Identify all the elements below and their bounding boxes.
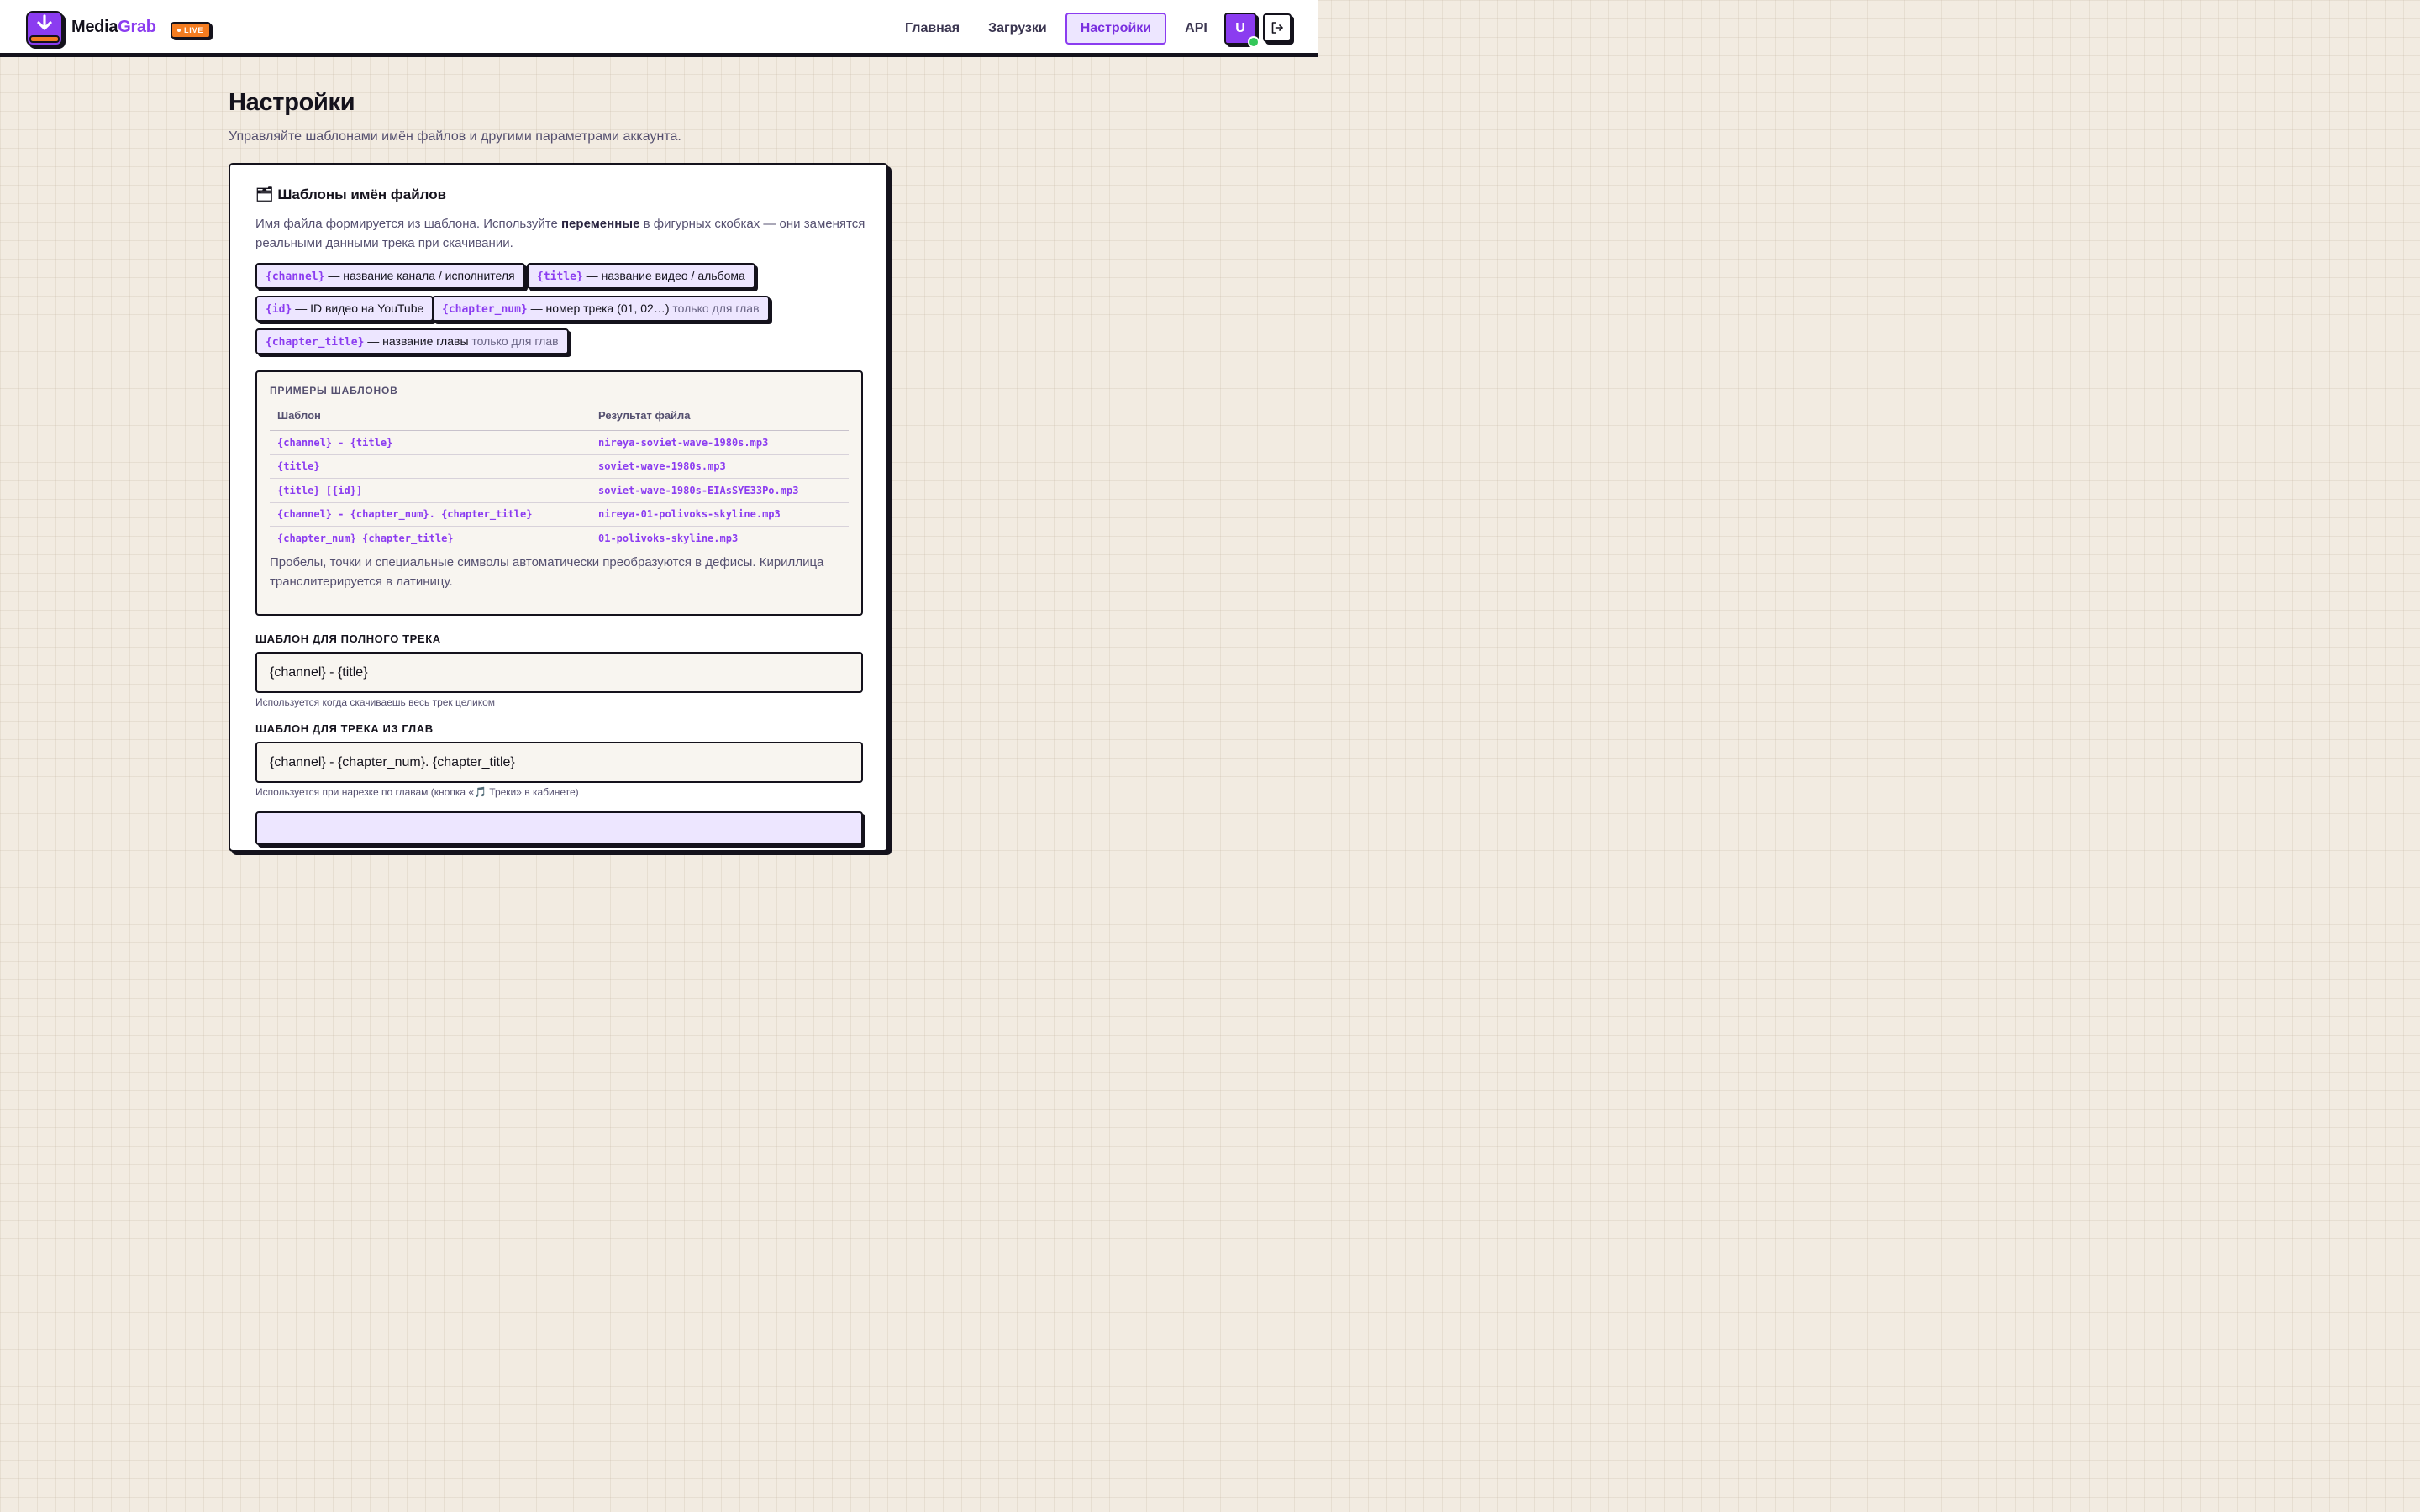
chip-note: только для глав (669, 302, 760, 315)
download-arrow-icon (37, 14, 52, 30)
chip-var: {channel} (266, 270, 325, 283)
chapter-track-template-label: ШАБЛОН ДЛЯ ТРЕКА ИЗ ГЛАВ (255, 722, 434, 735)
example-template: {channel} - {title} (270, 430, 591, 455)
full-track-template-input[interactable] (255, 652, 863, 693)
examples-note: Пробелы, точки и специальные символы авт… (270, 555, 824, 589)
full-track-template-hint: Используется когда скачиваешь весь трек … (255, 696, 496, 708)
desc-bold: переменные (561, 217, 640, 231)
folder-icon: 🗂 (255, 186, 274, 202)
table-row: {title} soviet-wave-1980s.mp3 (270, 454, 849, 479)
example-template: {title} (270, 454, 591, 479)
logout-icon (1271, 22, 1283, 34)
template-examples-panel: ПРИМЕРЫ ШАБЛОНОВ Шаблон Результат файла … (255, 370, 863, 616)
filename-templates-card: 🗂 Шаблоны имён файлов Имя файла формируе… (229, 163, 888, 852)
example-template: {chapter_num} {chapter_title} (277, 532, 454, 544)
chip-desc: — название главы (364, 334, 469, 348)
live-badge-label: LIVE (184, 26, 204, 34)
online-status-icon (1248, 36, 1260, 48)
brand-part-media: Media (71, 18, 118, 36)
app-logo[interactable] (26, 11, 63, 46)
table-row: {channel} - {chapter_num}. {chapter_titl… (270, 502, 849, 527)
card-title-label: Шаблоны имён файлов (277, 186, 447, 202)
logout-button[interactable] (1263, 13, 1292, 42)
live-dot-icon (177, 29, 181, 32)
variable-chip-chapter-title[interactable]: {chapter_title} — название главы только … (255, 328, 569, 354)
chip-var: {chapter_num} (442, 303, 528, 316)
chip-desc: — название видео / альбома (582, 269, 745, 282)
chapter-track-template-input[interactable] (255, 742, 863, 783)
card-description: Имя файла формируется из шаблона. Исполь… (255, 214, 869, 253)
chip-var: {chapter_title} (266, 336, 365, 349)
main-nav: Главная Загрузки Настройки API (891, 13, 1222, 45)
logo-tray (29, 35, 60, 43)
avatar-letter: U (1235, 21, 1245, 35)
nav-downloads[interactable]: Загрузки (974, 13, 1061, 45)
examples-table: Шаблон Результат файла {channel} - {titl… (270, 404, 849, 550)
example-result: 01-polivoks-skyline.mp3 (598, 532, 739, 544)
table-header-row: Шаблон Результат файла (270, 404, 849, 431)
card-title: 🗂 Шаблоны имён файлов (255, 186, 446, 203)
table-row: {chapter_num} {chapter_title} 01-polivok… (270, 527, 849, 550)
column-header-result: Результат файла (591, 404, 849, 431)
example-template: {channel} - {chapter_num}. {chapter_titl… (270, 502, 591, 527)
table-row: {title} [{id}] soviet-wave-1980s-EIAsSYE… (270, 478, 849, 503)
variable-chip-chapter-num[interactable]: {chapter_num} — номер трека (01, 02…) то… (432, 296, 770, 322)
full-track-template-label: ШАБЛОН ДЛЯ ПОЛНОГО ТРЕКА (255, 633, 441, 645)
chip-desc: — название канала / исполнителя (324, 269, 515, 282)
table-row: {channel} - {title} nireya-soviet-wave-1… (270, 430, 849, 455)
example-result: soviet-wave-1980s.mp3 (591, 454, 849, 479)
chapter-track-template-hint: Используется при нарезке по главам (кноп… (255, 786, 579, 798)
desc-part-1: Имя файла формируется из шаблона. Исполь… (255, 217, 561, 231)
chip-desc: — ID видео на YouTube (292, 302, 424, 315)
nav-settings[interactable]: Настройки (1065, 13, 1167, 45)
example-template: {title} [{id}] (270, 478, 591, 503)
brand-part-grab: Grab (118, 18, 156, 36)
variable-chip-title[interactable]: {title} — название видео / альбома (527, 263, 755, 289)
top-header: MediaGrab LIVE Главная Загрузки Настройк… (0, 0, 1318, 57)
example-result: nireya-soviet-wave-1980s.mp3 (591, 430, 849, 455)
chip-var: {id} (266, 303, 292, 316)
nav-api[interactable]: API (1171, 13, 1222, 45)
example-result: nireya-01-polivoks-skyline.mp3 (591, 502, 849, 527)
live-badge: LIVE (171, 22, 212, 39)
page-title: Настройки (229, 89, 355, 116)
variable-chip-id[interactable]: {id} — ID видео на YouTube (255, 296, 434, 322)
nav-home[interactable]: Главная (891, 13, 974, 45)
user-avatar[interactable]: U (1224, 13, 1260, 48)
page-subtitle: Управляйте шаблонами имён файлов и други… (229, 129, 681, 144)
brand-name[interactable]: MediaGrab (71, 18, 156, 37)
examples-heading: ПРИМЕРЫ ШАБЛОНОВ (270, 385, 398, 396)
chip-var: {title} (537, 270, 583, 283)
save-button[interactable] (255, 811, 863, 845)
variable-chip-channel[interactable]: {channel} — название канала / исполнител… (255, 263, 525, 289)
chip-note: только для глав (468, 334, 559, 348)
column-header-template: Шаблон (270, 404, 591, 431)
example-result: soviet-wave-1980s-EIAsSYE33Po.mp3 (591, 478, 849, 503)
chip-desc: — номер трека (01, 02…) (527, 302, 670, 315)
